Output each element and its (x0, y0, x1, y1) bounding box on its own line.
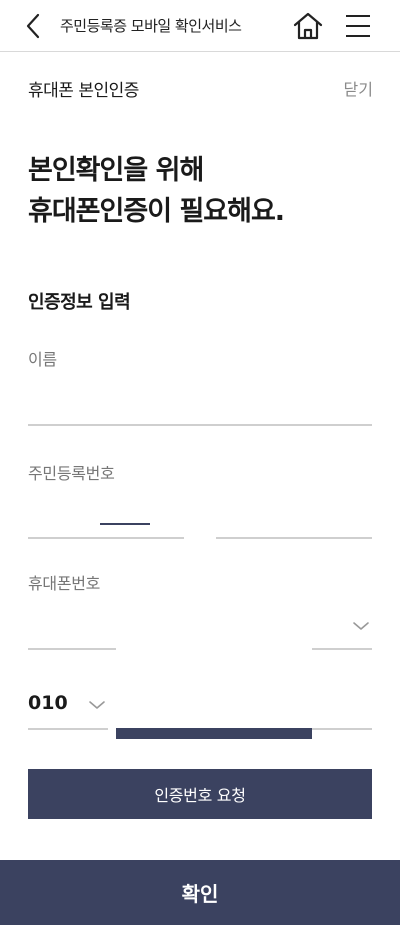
headline-line-2: 휴대폰인증이 필요해요. (28, 196, 285, 227)
app-title: 주민등록증 모바일 확인서비스 (60, 17, 242, 35)
home-button[interactable] (292, 10, 324, 42)
rrn-front-input[interactable] (28, 537, 184, 539)
headline: 본인확인을 위해 휴대폰인증이 필요해요. (28, 150, 378, 232)
app-bar: 주민등록증 모바일 확인서비스 (0, 0, 400, 52)
home-icon (293, 12, 323, 40)
page-title: 휴대폰 본인인증 (28, 81, 139, 101)
name-input[interactable] (28, 386, 372, 426)
menu-button[interactable] (344, 12, 372, 40)
request-code-button[interactable]: 인증번호 요청 (28, 769, 372, 819)
page-header: 휴대폰 본인인증 닫기 (0, 52, 400, 118)
rrn-label: 주민등록번호 (28, 464, 115, 483)
chevron-left-icon (26, 13, 40, 39)
confirm-button[interactable]: 확인 (0, 860, 400, 925)
phone-option-select[interactable] (312, 648, 372, 650)
hamburger-menu-icon (346, 15, 370, 37)
phone-prefix-value[interactable]: 010 (28, 692, 68, 714)
rrn-back-input[interactable] (216, 537, 372, 539)
chevron-down-icon (353, 622, 369, 630)
phone-prefix-underline (28, 728, 108, 730)
back-button[interactable] (22, 12, 46, 40)
chevron-down-icon (89, 701, 105, 709)
close-button[interactable]: 닫기 (344, 76, 373, 100)
phone-carrier-select[interactable] (28, 648, 116, 650)
phone-label: 휴대폰번호 (28, 574, 101, 593)
section-label: 인증정보 입력 (28, 292, 131, 313)
name-label: 이름 (28, 350, 57, 369)
rrn-front-cursor (100, 523, 150, 525)
phone-number-filled-bar (116, 728, 312, 739)
headline-line-1: 본인확인을 위해 (28, 155, 204, 186)
